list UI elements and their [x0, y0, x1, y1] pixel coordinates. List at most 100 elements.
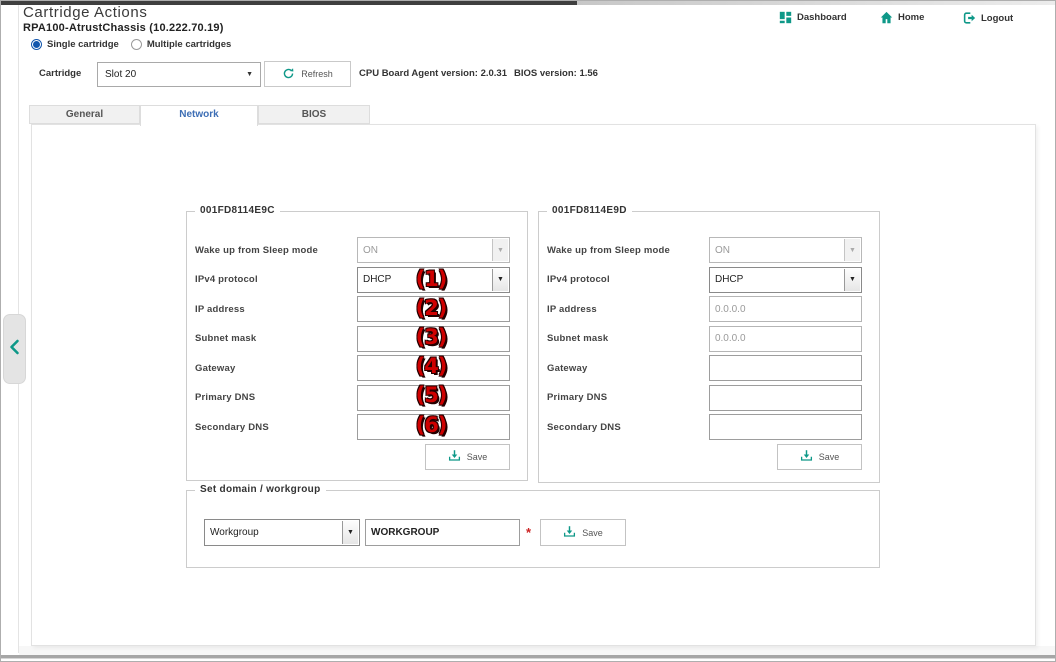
nic1-gateway-input[interactable]	[357, 355, 510, 381]
refresh-icon	[282, 67, 295, 82]
workgroup-name-input[interactable]	[365, 519, 520, 546]
field-row: Wake up from Sleep mode ON ▼	[195, 237, 510, 263]
ipv4-protocol-label: IPv4 protocol	[547, 274, 709, 285]
subnet-mask-label: Subnet mask	[195, 333, 357, 344]
nic1-wake-sleep-select[interactable]: ON ▼	[357, 237, 510, 263]
secondary-dns-label: Secondary DNS	[547, 422, 709, 433]
required-asterisk: *	[526, 528, 531, 538]
radio-single-cartridge[interactable]: Single cartridge	[31, 39, 119, 50]
field-row: Gateway	[195, 355, 510, 381]
radio-single-label: Single cartridge	[47, 39, 119, 50]
field-row: Primary DNS	[547, 385, 862, 411]
domain-row: Workgroup ▼ * Save	[187, 491, 879, 546]
nic2-subnet-mask-input[interactable]	[709, 326, 862, 352]
ip-address-label: IP address	[195, 304, 357, 315]
wake-sleep-label: Wake up from Sleep mode	[547, 245, 709, 256]
primary-dns-label: Primary DNS	[195, 392, 357, 403]
nav-dashboard[interactable]: Dashboard	[779, 11, 847, 24]
dashboard-icon	[779, 11, 792, 24]
nic1-wake-sleep-value: ON	[358, 245, 378, 256]
ip-address-label: IP address	[547, 304, 709, 315]
save-row: Save	[195, 444, 510, 470]
chevron-down-icon: ▼	[246, 71, 253, 78]
wake-sleep-label: Wake up from Sleep mode	[195, 245, 357, 256]
nic1-subnet-mask-input[interactable]	[357, 326, 510, 352]
domain-save-label: Save	[582, 528, 603, 538]
cartridge-label: Cartridge	[39, 68, 81, 79]
sidebar-collapse-handle[interactable]	[3, 314, 26, 384]
nav-home[interactable]: Home	[880, 11, 924, 24]
chevron-left-icon	[9, 339, 20, 360]
radio-multiple-label: Multiple cartridges	[147, 39, 231, 50]
refresh-button[interactable]: Refresh	[264, 61, 351, 87]
nic1-ipv4-protocol-select[interactable]: DHCP ▼	[357, 267, 510, 293]
field-row: Subnet mask	[195, 326, 510, 352]
field-row: IP address	[195, 296, 510, 322]
tab-general[interactable]: General	[29, 105, 140, 124]
secondary-dns-label: Secondary DNS	[195, 422, 357, 433]
window-bottom-bar	[1, 655, 1055, 659]
chevron-down-icon: ▼	[492, 269, 508, 291]
refresh-label: Refresh	[301, 69, 333, 79]
nic1-save-label: Save	[467, 452, 488, 462]
nic2-ipv4-protocol-select[interactable]: DHCP ▼	[709, 267, 862, 293]
domain-save-button[interactable]: Save	[540, 519, 626, 546]
nic1-legend: 001FD8114E9C	[195, 205, 280, 216]
tab-network[interactable]: Network	[140, 105, 258, 126]
cartridge-slot-value: Slot 20	[105, 69, 136, 80]
field-row: Secondary DNS	[195, 414, 510, 440]
field-row: Gateway	[547, 355, 862, 381]
field-row: IP address	[547, 296, 862, 322]
nic1-primary-dns-input[interactable]	[357, 385, 510, 411]
save-download-icon	[800, 449, 813, 464]
save-download-icon	[448, 449, 461, 464]
radio-unselected-icon	[131, 39, 142, 50]
home-icon	[880, 11, 893, 24]
radio-multiple-cartridges[interactable]: Multiple cartridges	[131, 39, 231, 50]
nic2-group: 001FD8114E9D Wake up from Sleep mode ON …	[538, 211, 880, 483]
nic2-secondary-dns-input[interactable]	[709, 414, 862, 440]
nav-home-label: Home	[898, 12, 924, 23]
nic2-wake-sleep-value: ON	[710, 245, 730, 256]
field-row: IPv4 protocol DHCP ▼	[547, 267, 862, 293]
nic2-save-label: Save	[819, 452, 840, 462]
gateway-label: Gateway	[547, 363, 709, 374]
ipv4-protocol-label: IPv4 protocol	[195, 274, 357, 285]
nic1-group: 001FD8114E9C Wake up from Sleep mode ON …	[186, 211, 528, 481]
nic2-gateway-input[interactable]	[709, 355, 862, 381]
bottom-padding-strip	[19, 646, 1055, 655]
chassis-subtitle: RPA100-AtrustChassis (10.222.70.19)	[23, 22, 224, 34]
domain-group-legend: Set domain / workgroup	[195, 484, 326, 495]
domain-type-select[interactable]: Workgroup ▼	[204, 519, 360, 546]
window-top-light-strip	[577, 1, 1055, 5]
cartridge-actions-page: Cartridge Actions RPA100-AtrustChassis (…	[0, 0, 1056, 662]
field-row: Wake up from Sleep mode ON ▼	[547, 237, 862, 263]
chevron-down-icon: ▼	[492, 239, 508, 261]
nav-logout[interactable]: Logout	[962, 11, 1013, 25]
tab-bios[interactable]: BIOS	[258, 105, 370, 124]
nic2-wake-sleep-select[interactable]: ON ▼	[709, 237, 862, 263]
radio-selected-icon	[31, 39, 42, 50]
bios-version-text: BIOS version: 1.56	[514, 68, 598, 79]
nic1-secondary-dns-input[interactable]	[357, 414, 510, 440]
nav-logout-label: Logout	[981, 13, 1013, 24]
page-title: Cartridge Actions	[23, 4, 147, 21]
field-row: Secondary DNS	[547, 414, 862, 440]
agent-version-text: CPU Board Agent version: 2.0.31	[359, 68, 507, 79]
cartridge-slot-select[interactable]: Slot 20 ▼	[97, 62, 261, 87]
nic1-save-button[interactable]: Save	[425, 444, 510, 470]
save-download-icon	[563, 525, 576, 540]
nic2-ip-address-input[interactable]	[709, 296, 862, 322]
nav-dashboard-label: Dashboard	[797, 12, 847, 23]
cartridge-mode-radios: Single cartridge Multiple cartridges	[31, 39, 231, 50]
save-row: Save	[547, 444, 862, 470]
field-row: Primary DNS	[195, 385, 510, 411]
domain-type-value: Workgroup	[205, 527, 259, 538]
logout-icon	[962, 11, 976, 25]
nic2-ipv4-protocol-value: DHCP	[710, 274, 743, 285]
nic2-save-button[interactable]: Save	[777, 444, 862, 470]
field-row: Subnet mask	[547, 326, 862, 352]
nic2-primary-dns-input[interactable]	[709, 385, 862, 411]
primary-dns-label: Primary DNS	[547, 392, 709, 403]
nic1-ip-address-input[interactable]	[357, 296, 510, 322]
